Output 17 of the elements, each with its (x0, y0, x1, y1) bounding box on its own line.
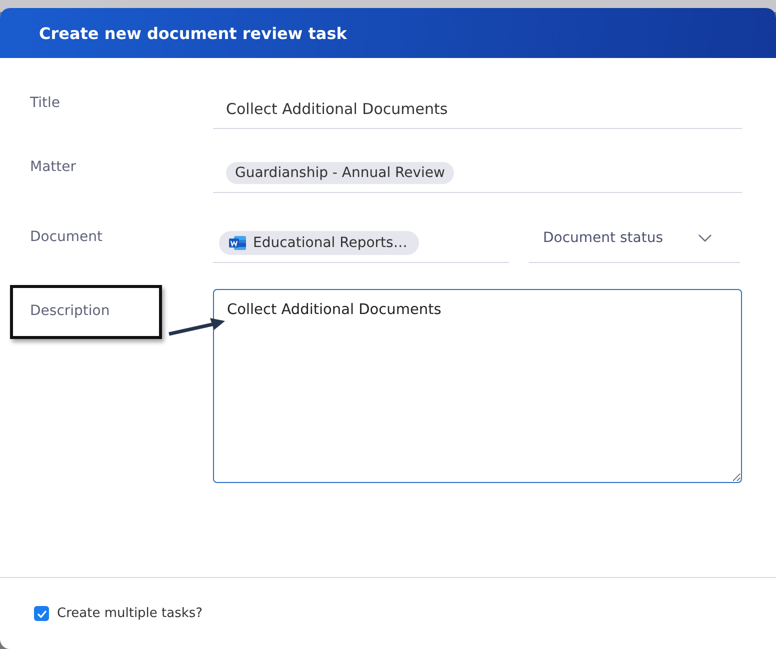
field-label: Description (30, 303, 111, 319)
checkbox-label: Create multiple tasks? (57, 606, 203, 621)
document-chip[interactable]: Educational Reports… (219, 230, 420, 254)
matter-field[interactable]: Guardianship - Annual Review (213, 159, 742, 193)
document-field[interactable]: Educational Reports… (213, 223, 509, 263)
field-label: Matter (30, 159, 78, 177)
chevron-down-icon (698, 234, 712, 242)
dialog-title: Create new document review task (39, 24, 347, 42)
field-label: Document (30, 229, 104, 247)
word-document-icon (229, 234, 247, 250)
checkmark-icon (36, 610, 46, 618)
document-status-dropdown[interactable]: Document status (529, 223, 740, 263)
matter-chip[interactable]: Guardianship - Annual Review (226, 162, 454, 184)
field-label: Title (30, 95, 62, 113)
description-textarea[interactable]: Collect Additional Documents (213, 289, 742, 483)
checkbox[interactable] (34, 606, 49, 621)
title-input[interactable]: Collect Additional Documents (213, 95, 742, 129)
